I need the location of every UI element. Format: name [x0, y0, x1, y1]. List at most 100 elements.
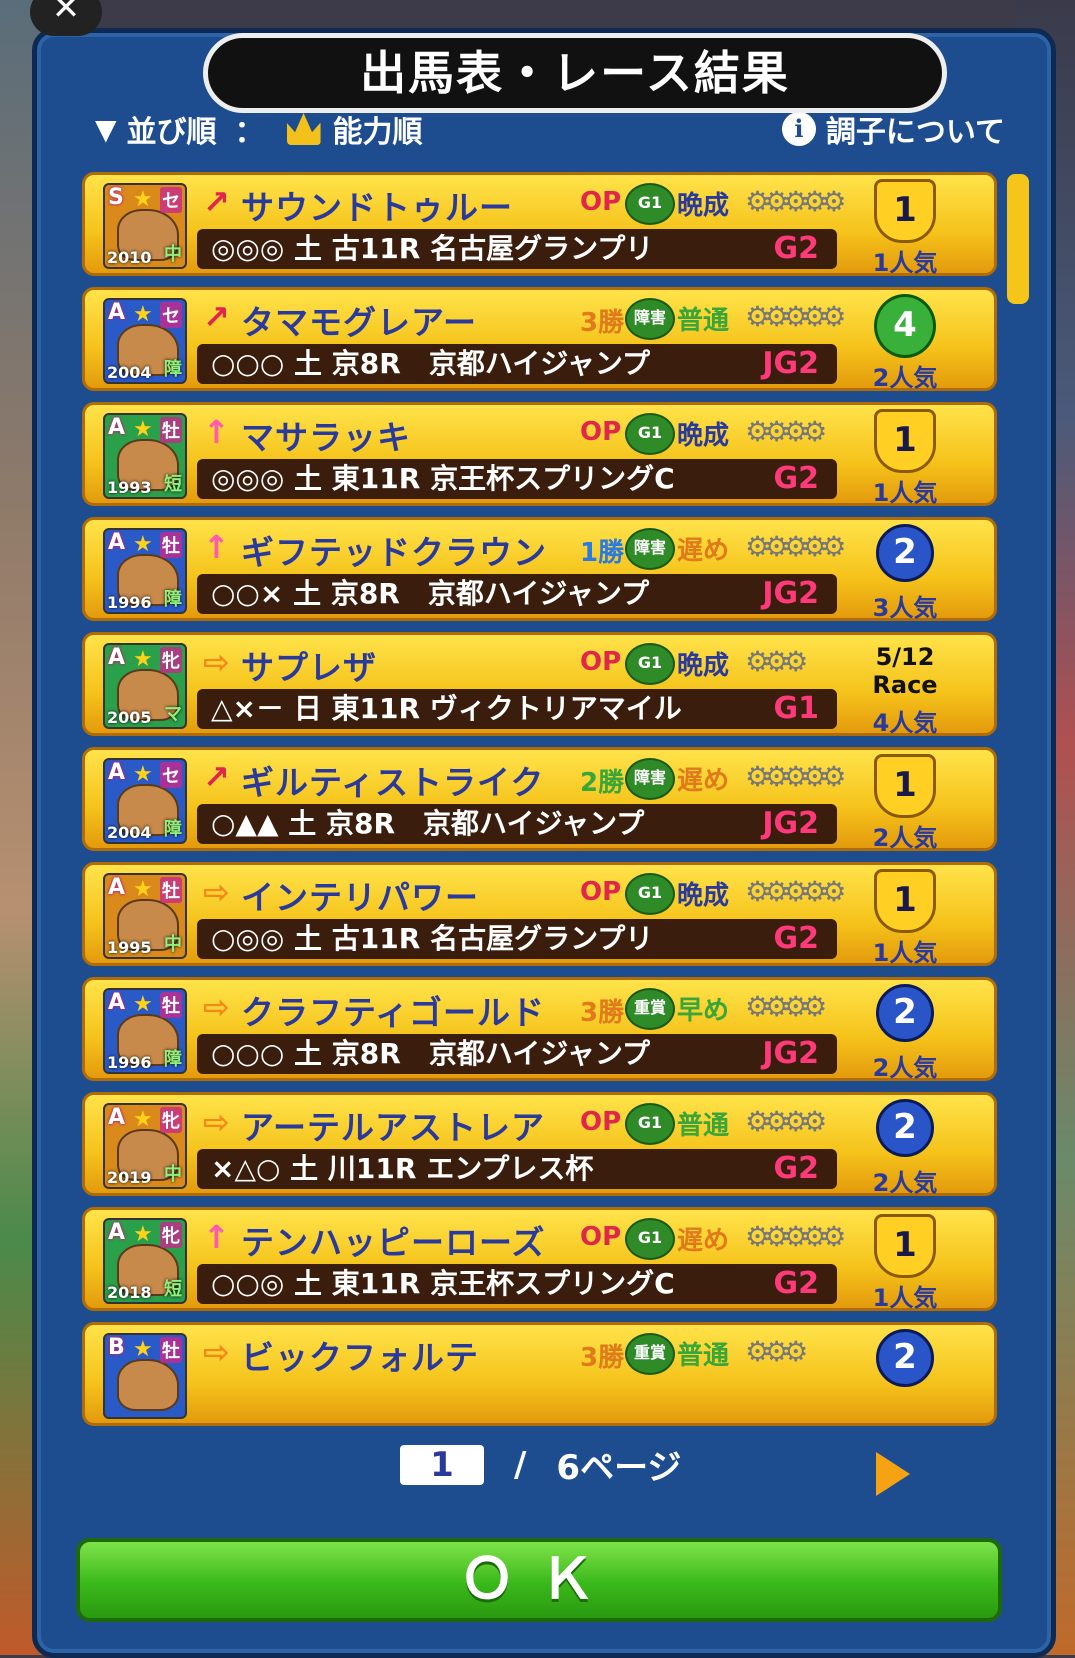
condition-arrow-icon: ⇨ [203, 988, 230, 1026]
horse-row[interactable]: A ★ セ 2004 障 ↗ タマモグレアー 3勝 障害 普通 ⚙⚙⚙⚙⚙ ○○… [82, 287, 997, 392]
horse-row[interactable]: A ★ 牡 1993 短 ↑ マサラッキ OP G1 晩成 ⚙⚙⚙⚙ ◎◎◎ 土… [82, 402, 997, 507]
finish-trophy-icon: 1 [874, 754, 936, 818]
aptitude-label: 中 [164, 934, 182, 955]
page-number-input[interactable]: 1 [400, 1444, 484, 1485]
page-separator: / [514, 1444, 527, 1485]
popularity: 2人気 [872, 1169, 938, 1197]
finish-trophy-icon: 1 [874, 1214, 936, 1278]
race-info-bar: ○▲▲ 土 京8R 京都ハイジャンプ JG2 [197, 804, 837, 844]
sex-label: 牝 [160, 1222, 182, 1248]
race-info: ×△○ 土 川11R エンプレス杯 [211, 1152, 594, 1185]
aptitude-label: 障 [164, 819, 182, 840]
sort-value: 能力順 [332, 115, 423, 150]
horse-row[interactable]: A ★ 牡 1995 中 ⇨ インテリパワー OP G1 晩成 ⚙⚙⚙⚙⚙ ○◎… [82, 862, 997, 967]
popularity: 2人気 [872, 364, 938, 392]
race-info-bar: ○○× 土 京8R 京都ハイジャンプ JG2 [197, 574, 837, 614]
horse-portrait: A ★ 牡 1996 障 [103, 528, 187, 614]
race-info: ◎◎◎ 土 古11R 名古屋グランプリ [211, 232, 654, 265]
horse-class: 3勝 [580, 308, 625, 338]
grade-badge-icon: 重賞 [625, 988, 675, 1030]
horse-name: ギフテッドクラウン [241, 533, 547, 572]
birth-year: 1996 [107, 1053, 152, 1072]
horse-portrait: A ★ セ 2004 障 [103, 758, 187, 844]
race-info: △×－ 日 東11R ヴィクトリアマイル [211, 692, 682, 725]
grade-badge-icon: 障害 [625, 758, 675, 800]
crown-icon [286, 113, 321, 145]
horse-class: 2勝 [580, 768, 625, 798]
result-badge: 2 [855, 1099, 955, 1165]
race-info: ○▲▲ 土 京8R 京都ハイジャンプ [211, 807, 645, 840]
horse-row[interactable]: A ★ 牝 2005 マ ⇨ サプレザ OP G1 晩成 ⚙⚙⚙ △×－ 日 東… [82, 632, 997, 737]
horse-row[interactable]: S ★ セ 2010 中 ↗ サウンドトゥルー OP G1 晩成 ⚙⚙⚙⚙⚙ ◎… [82, 172, 997, 277]
horse-portrait: A ★ 牝 2019 中 [103, 1103, 187, 1189]
page-total: 6ページ [556, 1448, 682, 1488]
condition-arrow-icon: ↗ [203, 758, 230, 796]
horse-class: 1勝 [580, 538, 625, 568]
horse-row[interactable]: A ★ 牝 2018 短 ↑ テンハッピーローズ OP G1 遅め ⚙⚙⚙⚙⚙ … [82, 1207, 997, 1312]
horseshoe-rating-icon: ⚙⚙⚙⚙⚙ [745, 185, 846, 218]
scrollbar[interactable] [1007, 174, 1029, 304]
aptitude-label: 障 [164, 359, 182, 380]
race-grade: JG2 [762, 1036, 819, 1071]
star-icon: ★ [133, 877, 153, 902]
rank-label: A [108, 875, 126, 900]
horse-name: マサラッキ [241, 418, 411, 457]
race-info-bar: ○○◎ 土 東11R 京王杯スプリングC G2 [197, 1264, 837, 1304]
horse-name: アーテルアストレア [241, 1108, 546, 1147]
horse-row[interactable]: A ★ 牡 1996 障 ⇨ クラフティゴールド 3勝 重賞 早め ⚙⚙⚙⚙ ○… [82, 977, 997, 1082]
close-icon[interactable]: ✕ [30, 0, 102, 36]
grade-badge-icon: G1 [625, 873, 675, 915]
aptitude-label: 障 [164, 589, 182, 610]
horse-portrait: A ★ 牝 2005 マ [103, 643, 187, 729]
result-badge: 1 [855, 409, 955, 475]
race-grade: JG2 [762, 346, 819, 381]
condition-arrow-icon: ↗ [203, 183, 230, 221]
condition-arrow-icon: ⇨ [203, 1333, 230, 1371]
horse-portrait: A ★ 牡 1995 中 [103, 873, 187, 959]
finish-trophy-icon: 2 [876, 1329, 934, 1387]
ok-button[interactable]: ＯＫ [76, 1538, 1002, 1622]
star-icon: ★ [133, 762, 153, 787]
horse-row[interactable]: A ★ セ 2004 障 ↗ ギルティストライク 2勝 障害 遅め ⚙⚙⚙⚙⚙ … [82, 747, 997, 852]
birth-year: 2019 [107, 1168, 152, 1187]
race-info: ○○○ 土 京8R 京都ハイジャンプ [211, 347, 651, 380]
popularity: 3人気 [872, 594, 938, 622]
triangle-down-icon: ▼ [95, 112, 117, 146]
sex-label: 牝 [160, 647, 182, 673]
race-grade: G2 [773, 921, 820, 956]
horseshoe-rating-icon: ⚙⚙⚙⚙⚙ [745, 1220, 846, 1253]
horse-portrait: S ★ セ 2010 中 [103, 183, 187, 269]
finish-trophy-icon: 2 [876, 524, 934, 582]
horseshoe-rating-icon: ⚙⚙⚙ [745, 645, 808, 678]
horse-class: 3勝 [580, 998, 625, 1028]
sex-label: 牡 [160, 532, 182, 558]
horse-portrait: A ★ 牡 1993 短 [103, 413, 187, 499]
race-grade: JG2 [762, 806, 819, 841]
star-icon: ★ [133, 992, 153, 1017]
race-grade: JG2 [762, 576, 819, 611]
birth-year: 1993 [107, 478, 152, 497]
birth-year: 1996 [107, 593, 152, 612]
race-info: ○○◎ 土 東11R 京王杯スプリングC [211, 1267, 675, 1300]
result-badge: 4 [855, 294, 955, 360]
horse-row[interactable]: A ★ 牝 2019 中 ⇨ アーテルアストレア OP G1 普通 ⚙⚙⚙⚙ ×… [82, 1092, 997, 1197]
star-icon: ★ [133, 417, 153, 442]
aptitude-label: 障 [164, 1049, 182, 1070]
horse-row[interactable]: A ★ 牡 1996 障 ↑ ギフテッドクラウン 1勝 障害 遅め ⚙⚙⚙⚙⚙ … [82, 517, 997, 622]
next-page-button[interactable] [876, 1452, 910, 1496]
horse-row[interactable]: B ★ 牡 ⇨ ビックフォルテ 3勝 重賞 普通 ⚙⚙⚙ 2 [82, 1322, 997, 1426]
popularity: 4人気 [872, 709, 938, 737]
growth-type: 晩成 [677, 191, 730, 221]
horseshoe-rating-icon: ⚙⚙⚙⚙⚙ [745, 300, 846, 333]
horse-portrait: A ★ セ 2004 障 [103, 298, 187, 384]
horse-portrait: A ★ 牡 1996 障 [103, 988, 187, 1074]
rank-label: A [108, 645, 126, 670]
rank-label: A [108, 530, 126, 555]
star-icon: ★ [133, 647, 153, 672]
race-info: ◎◎◎ 土 東11R 京王杯スプリングC [211, 462, 675, 495]
birth-year: 2004 [107, 363, 152, 382]
horse-list[interactable]: S ★ セ 2010 中 ↗ サウンドトゥルー OP G1 晩成 ⚙⚙⚙⚙⚙ ◎… [82, 172, 997, 1432]
growth-type: 晩成 [677, 421, 730, 451]
horseshoe-rating-icon: ⚙⚙⚙⚙ [745, 415, 827, 448]
birth-year: 2010 [107, 248, 152, 267]
